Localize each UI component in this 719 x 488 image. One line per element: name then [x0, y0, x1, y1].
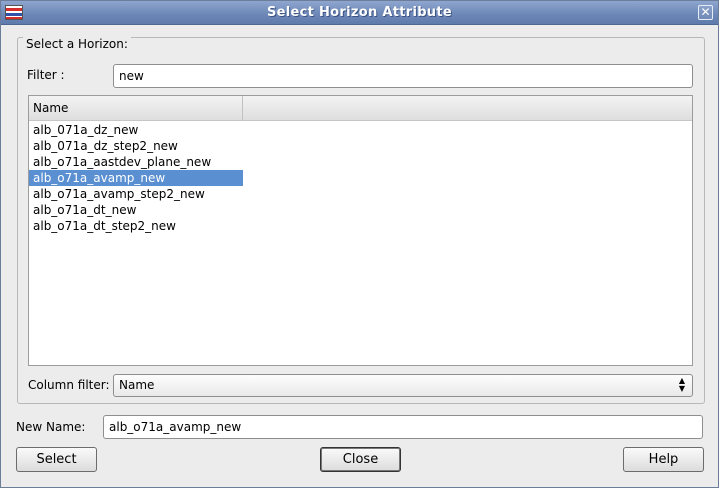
table-row[interactable]: alb_071a_dz_new — [29, 122, 243, 138]
table-row[interactable]: alb_071a_dz_step2_new — [29, 138, 243, 154]
column-header-name[interactable]: Name — [29, 96, 243, 121]
title-bar[interactable]: Select Horizon Attribute ✕ — [1, 1, 718, 25]
up-down-arrows-icon: ▲ ▼ — [678, 376, 686, 393]
horizon-group-title: Select a Horizon: — [23, 37, 131, 51]
table-row[interactable]: alb_o71a_dt_step2_new — [29, 218, 243, 234]
column-filter-label: Column filter: — [28, 378, 110, 392]
table-rows: alb_071a_dz_new alb_071a_dz_step2_new alb_… — [29, 122, 692, 234]
column-filter-select[interactable]: Name ▲ ▼ — [113, 374, 693, 397]
table-header: Name — [29, 96, 692, 121]
table-row[interactable]: alb_o71a_avamp_new — [29, 170, 243, 186]
horizon-table[interactable]: Name alb_071a_dz_new alb_071a_dz_step2_ne… — [28, 95, 693, 366]
table-row[interactable]: alb_o71a_avamp_step2_new — [29, 186, 243, 202]
help-button[interactable]: Help — [623, 447, 704, 472]
filter-label: Filter : — [27, 68, 65, 82]
table-row[interactable]: alb_o71a_dt_new — [29, 202, 243, 218]
window-title: Select Horizon Attribute — [266, 5, 452, 20]
new-name-label: New Name: — [16, 420, 86, 434]
column-filter-value: Name — [119, 378, 155, 392]
filter-input[interactable] — [113, 64, 693, 88]
close-icon[interactable]: ✕ — [698, 5, 713, 20]
select-button[interactable]: Select — [16, 447, 97, 472]
table-row[interactable]: alb_o71a_aastdev_plane_new — [29, 154, 243, 170]
new-name-input[interactable] — [103, 415, 703, 439]
dialog-window: Select Horizon Attribute ✕ Select a Hori… — [0, 0, 719, 488]
close-button[interactable]: Close — [320, 447, 401, 472]
